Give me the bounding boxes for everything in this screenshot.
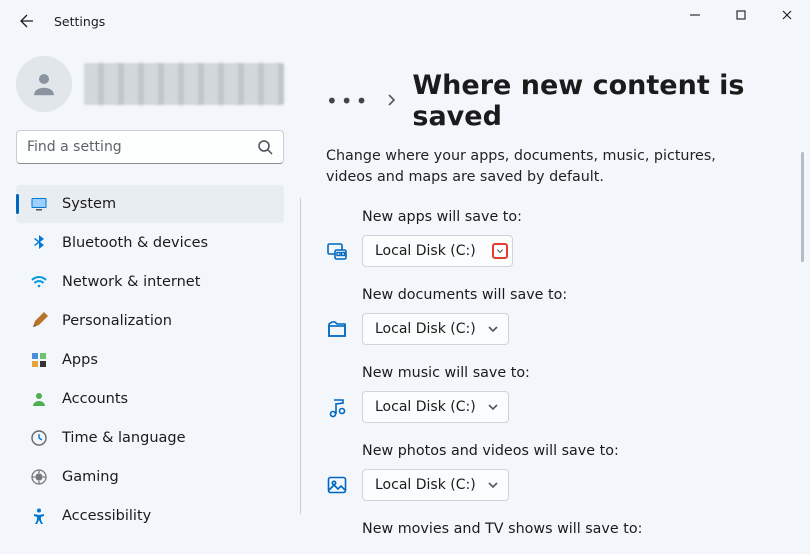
chevron-down-icon — [486, 478, 500, 492]
dropdown-value: Local Disk (C:) — [375, 399, 476, 415]
sidebar-item-accounts[interactable]: Accounts — [16, 380, 284, 418]
music-icon — [326, 396, 348, 418]
breadcrumb: ••• Where new content is saved — [326, 48, 790, 146]
setting-apps: New apps will save to: Local Disk (C:) — [326, 195, 790, 273]
apps-dropdown[interactable]: Local Disk (C:) — [362, 235, 513, 267]
nav: System Bluetooth & devices Network & int… — [0, 176, 300, 544]
scrollbar-thumb[interactable] — [801, 152, 804, 262]
setting-apps-label: New apps will save to: — [326, 209, 790, 235]
apps-icon — [30, 351, 48, 369]
setting-movies: New movies and TV shows will save to: — [326, 507, 790, 553]
maximize-button[interactable] — [718, 0, 764, 30]
music-dropdown[interactable]: Local Disk (C:) — [362, 391, 509, 423]
system-icon — [30, 195, 48, 213]
avatar-icon — [16, 56, 72, 112]
dropdown-value: Local Disk (C:) — [375, 477, 476, 493]
page-title: Where new content is saved — [412, 70, 790, 132]
documents-dropdown[interactable]: Local Disk (C:) — [362, 313, 509, 345]
back-button[interactable] — [6, 0, 48, 42]
minimize-button[interactable] — [672, 0, 718, 30]
sidebar-item-personalization[interactable]: Personalization — [16, 302, 284, 340]
apps-save-icon — [326, 240, 348, 262]
search-icon — [257, 139, 273, 155]
profile[interactable] — [0, 48, 300, 130]
nav-label: Accessibility — [62, 508, 151, 524]
page-description: Change where your apps, documents, music… — [326, 146, 766, 195]
setting-photos-label: New photos and videos will save to: — [326, 443, 790, 469]
photos-icon — [326, 474, 348, 496]
nav-label: Gaming — [62, 469, 119, 485]
sidebar-item-system[interactable]: System — [16, 185, 284, 223]
sidebar-item-accessibility[interactable]: Accessibility — [16, 497, 284, 535]
photos-dropdown[interactable]: Local Disk (C:) — [362, 469, 509, 501]
accounts-icon — [30, 390, 48, 408]
nav-label: Time & language — [62, 430, 186, 446]
nav-label: Accounts — [62, 391, 128, 407]
nav-label: Bluetooth & devices — [62, 235, 208, 251]
nav-label: System — [62, 196, 116, 212]
personalization-icon — [30, 312, 48, 330]
chevron-down-icon — [486, 322, 500, 336]
profile-name-redacted — [84, 63, 284, 105]
nav-label: Apps — [62, 352, 98, 368]
app-title: Settings — [54, 14, 105, 29]
nav-label: Personalization — [62, 313, 172, 329]
setting-movies-label: New movies and TV shows will save to: — [326, 521, 790, 547]
dropdown-value: Local Disk (C:) — [375, 243, 476, 259]
content: ••• Where new content is saved Change wh… — [300, 42, 810, 554]
bluetooth-icon — [30, 234, 48, 252]
sidebar: System Bluetooth & devices Network & int… — [0, 42, 300, 554]
chevron-down-icon — [493, 244, 507, 258]
titlebar: Settings — [0, 0, 810, 42]
chevron-right-icon — [384, 92, 398, 111]
chevron-down-icon — [486, 400, 500, 414]
accessibility-icon — [30, 507, 48, 525]
setting-documents-label: New documents will save to: — [326, 287, 790, 313]
setting-photos: New photos and videos will save to: Loca… — [326, 429, 790, 507]
clock-icon — [30, 429, 48, 447]
sidebar-item-bluetooth[interactable]: Bluetooth & devices — [16, 224, 284, 262]
search-field[interactable] — [27, 139, 257, 155]
sidebar-item-apps[interactable]: Apps — [16, 341, 284, 379]
nav-label: Network & internet — [62, 274, 200, 290]
window-controls — [672, 0, 810, 30]
sidebar-item-gaming[interactable]: Gaming — [16, 458, 284, 496]
sidebar-item-time[interactable]: Time & language — [16, 419, 284, 457]
sidebar-item-network[interactable]: Network & internet — [16, 263, 284, 301]
search-input[interactable] — [16, 130, 284, 164]
setting-music-label: New music will save to: — [326, 365, 790, 391]
gaming-icon — [30, 468, 48, 486]
documents-icon — [326, 318, 348, 340]
dropdown-value: Local Disk (C:) — [375, 321, 476, 337]
close-button[interactable] — [764, 0, 810, 30]
wifi-icon — [30, 273, 48, 291]
setting-music: New music will save to: Local Disk (C:) — [326, 351, 790, 429]
setting-documents: New documents will save to: Local Disk (… — [326, 273, 790, 351]
